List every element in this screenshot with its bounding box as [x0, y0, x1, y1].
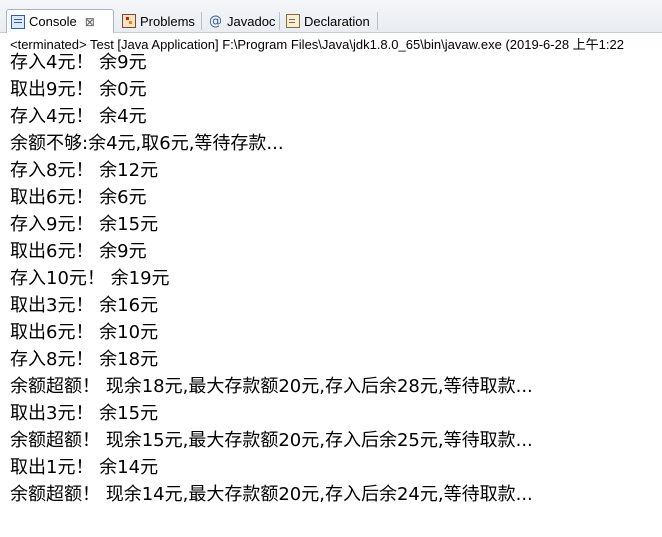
console-output-line: 取出6元！ 余10元 — [10, 322, 159, 343]
tab-divider — [377, 12, 378, 30]
console-output-line: 存入10元！ 余19元 — [10, 268, 170, 289]
console-output-line: 余额不够:余4元,取6元,等待存款... — [10, 133, 284, 154]
console-output-line: 余额超额！ 现余15元,最大存款额20元,存入后余25元,等待取款... — [10, 430, 533, 451]
javadoc-at-icon: @ — [209, 14, 222, 29]
problems-icon — [122, 14, 136, 28]
console-output-line: 取出6元！ 余9元 — [10, 241, 147, 262]
tab-divider — [201, 12, 202, 30]
console-output[interactable]: 存入4元！ 余9元 取出9元！ 余0元 存入4元！ 余4元余额不够:余4元,取6元,… — [10, 49, 660, 508]
console-output-line: 取出3元！ 余16元 — [10, 295, 159, 316]
tab-console-label: Console — [29, 14, 77, 29]
tab-declaration[interactable]: Declaration — [282, 10, 370, 32]
tab-console[interactable]: Console ⊠ — [6, 9, 114, 33]
console-output-line: 取出9元！ 余0元 — [10, 79, 147, 100]
tab-javadoc-label: Javadoc — [227, 13, 276, 29]
tab-problems-label: Problems — [140, 13, 195, 29]
tab-problems[interactable]: Problems — [118, 10, 195, 32]
console-output-line: 取出1元！ 余14元 — [10, 457, 159, 478]
console-output-line: 存入4元！ 余4元 — [10, 106, 147, 127]
console-icon — [11, 15, 25, 29]
view-tab-bar: Console ⊠ Problems @ Javadoc Declaration — [0, 0, 662, 33]
console-output-line: 余额超额！ 现余14元,最大存款额20元,存入后余24元,等待取款... — [10, 484, 533, 505]
console-output-line: 存入8元！ 余18元 — [10, 349, 159, 370]
tab-divider — [279, 12, 280, 30]
console-output-line: 存入4元！ 余9元 — [10, 52, 147, 73]
tab-declaration-label: Declaration — [304, 13, 370, 29]
console-view: Console ⊠ Problems @ Javadoc Declaration… — [0, 0, 662, 537]
console-output-line: 存入9元！ 余15元 — [10, 214, 159, 235]
console-output-line: 取出6元！ 余6元 — [10, 187, 147, 208]
tab-javadoc[interactable]: @ Javadoc — [205, 10, 275, 32]
declaration-icon — [286, 14, 300, 28]
console-output-line: 存入8元！ 余12元 — [10, 160, 159, 181]
close-icon[interactable]: ⊠ — [85, 15, 95, 29]
console-output-line: 余额超额！ 现余18元,最大存款额20元,存入后余28元,等待取款... — [10, 376, 533, 397]
console-output-line: 取出3元！ 余15元 — [10, 403, 159, 424]
